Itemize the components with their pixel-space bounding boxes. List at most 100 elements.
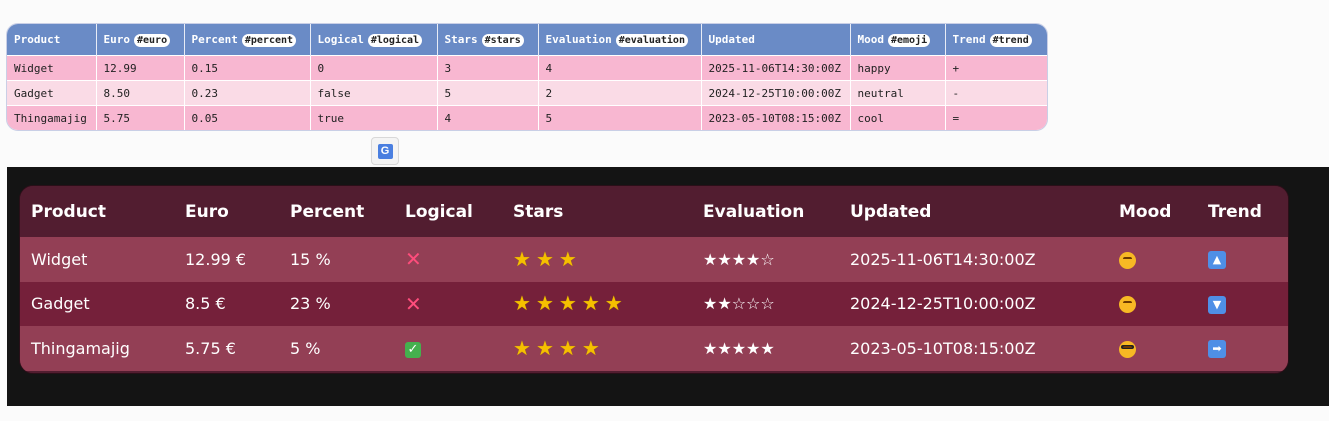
column-tag: #trend (989, 33, 1032, 47)
source-cell: 2023-05-10T08:15:00Z (701, 105, 851, 130)
source-cell: 4 (538, 55, 702, 81)
source-cell: neutral (850, 80, 946, 106)
source-cell: true (310, 105, 438, 130)
rendered-header-evaluation: Evaluation (692, 186, 839, 237)
rendered-header-product: Product (20, 186, 174, 237)
neutral-face-icon (1119, 296, 1136, 314)
evaluation-cell: ★★★★☆ (692, 237, 839, 282)
product-cell: Thingamajig (20, 326, 174, 371)
column-tag: #evaluation (615, 33, 688, 47)
star-icon: ★ (513, 291, 531, 316)
source-header-stars: Stars #stars (437, 24, 539, 56)
rendered-header-trend: Trend (1197, 186, 1288, 237)
source-table: Product Euro #euro Percent #percent Logica… (7, 24, 1047, 130)
source-cell: 12.99 (96, 55, 185, 81)
source-cell: false (310, 80, 438, 106)
euro-cell: 8.5 € (174, 281, 279, 326)
rendered-table: Product Euro Percent Logical Stars Evalu… (20, 186, 1288, 371)
column-tag: #stars (481, 33, 524, 47)
source-cell: = (945, 105, 1047, 130)
source-cell: cool (850, 105, 946, 130)
source-header-mood: Mood #emoji (850, 24, 946, 56)
star-icon: ★ (604, 291, 623, 316)
arrow-up-icon: ▲ (1208, 251, 1226, 269)
rendered-row: Gadget 8.5 € 23 % ✕ ★ ★ ★ ★ ★ ★★☆☆☆ 2024-12-… (20, 281, 1288, 326)
rendered-output-panel: Product Euro Percent Logical Stars Evalu… (7, 167, 1329, 406)
source-row: Thingamajig 5.75 0.05 true 4 5 2023-05-1… (7, 105, 1047, 130)
stars-cell: ★ ★ ★ (502, 237, 692, 282)
updated-cell: 2025-11-06T14:30:00Z (839, 237, 1108, 282)
source-cell: 2024-12-25T10:00:00Z (701, 80, 851, 106)
source-cell: 5.75 (96, 105, 185, 130)
rendered-header-row: Product Euro Percent Logical Stars Evalu… (20, 186, 1288, 237)
trend-cell: ➡ (1197, 326, 1288, 371)
happy-face-icon (1119, 251, 1136, 269)
rendered-row: Widget 12.99 € 15 % ✕ ★ ★ ★ ★★★★☆ 2025-11-… (20, 237, 1288, 282)
logical-cell: ✕ (394, 237, 502, 282)
euro-cell: 12.99 € (174, 237, 279, 282)
star-icon: ★ (558, 335, 577, 360)
source-header-trend: Trend #trend (945, 24, 1047, 56)
star-rating: ★ ★ ★ ★ (513, 338, 600, 358)
arrow-right-icon: ➡ (1208, 340, 1226, 358)
source-cell: 0.05 (184, 105, 311, 130)
updated-cell: 2023-05-10T08:15:00Z (839, 326, 1108, 371)
star-rating: ★ ★ ★ (513, 249, 577, 269)
evaluation-cell: ★★☆☆☆ (692, 281, 839, 326)
logical-cell: ✕ (394, 281, 502, 326)
star-rating: ★ ★ ★ ★ ★ (513, 293, 623, 313)
trend-cell: ▲ (1197, 237, 1288, 282)
source-cell: Gadget (7, 80, 97, 106)
source-cell: 3 (437, 55, 539, 81)
source-cell: happy (850, 55, 946, 81)
product-cell: Gadget (20, 281, 174, 326)
evaluation-cell: ★★★★★ (692, 326, 839, 371)
source-header-percent: Percent #percent (184, 24, 311, 56)
mood-cell (1108, 326, 1197, 371)
rendered-header-mood: Mood (1108, 186, 1197, 237)
stars-cell: ★ ★ ★ ★ ★ (502, 281, 692, 326)
star-icon: ★ (535, 291, 554, 316)
source-cell: - (945, 80, 1047, 106)
source-cell: 0.23 (184, 80, 311, 106)
logical-cell: ✓ (394, 326, 502, 371)
source-row: Widget 12.99 0.15 0 3 4 2025-11-06T14:30… (7, 55, 1047, 81)
rendered-table-container: Product Euro Percent Logical Stars Evalu… (19, 185, 1289, 374)
mood-cell (1108, 281, 1197, 326)
cross-icon: ✕ (405, 247, 422, 272)
translate-button[interactable]: G (371, 137, 399, 165)
star-icon: ★ (513, 246, 531, 271)
stars-cell: ★ ★ ★ ★ (502, 326, 692, 371)
star-icon: ★ (513, 335, 531, 360)
rendered-header-percent: Percent (279, 186, 394, 237)
star-icon: ★ (558, 246, 577, 271)
updated-cell: 2024-12-25T10:00:00Z (839, 281, 1108, 326)
column-tag: #logical (367, 33, 423, 47)
source-cell: 4 (437, 105, 539, 130)
source-cell: 0 (310, 55, 438, 81)
column-tag: #euro (134, 33, 171, 47)
percent-cell: 15 % (279, 237, 394, 282)
rendered-header-logical: Logical (394, 186, 502, 237)
sunglasses-face-icon (1119, 340, 1136, 358)
column-tag: #percent (241, 33, 297, 47)
source-header-row: Product Euro #euro Percent #percent Logica… (7, 24, 1047, 56)
product-cell: Widget (20, 237, 174, 282)
source-cell: 8.50 (96, 80, 185, 106)
source-cell: 5 (538, 105, 702, 130)
star-icon: ★ (558, 291, 577, 316)
source-cell: 2025-11-06T14:30:00Z (701, 55, 851, 81)
column-tag: #emoji (888, 33, 931, 47)
cross-icon: ✕ (405, 291, 422, 316)
source-header-evaluation: Evaluation #evaluation (538, 24, 702, 56)
rendered-header-euro: Euro (174, 186, 279, 237)
star-icon: ★ (581, 291, 600, 316)
trend-cell: ▼ (1197, 281, 1288, 326)
source-cell: Thingamajig (7, 105, 97, 130)
arrow-down-icon: ▼ (1208, 295, 1226, 314)
source-cell: 2 (538, 80, 702, 106)
rendered-header-updated: Updated (839, 186, 1108, 237)
check-icon: ✓ (405, 342, 421, 359)
star-icon: ★ (535, 246, 554, 271)
source-row: Gadget 8.50 0.23 false 5 2 2024-12-25T10… (7, 80, 1047, 106)
